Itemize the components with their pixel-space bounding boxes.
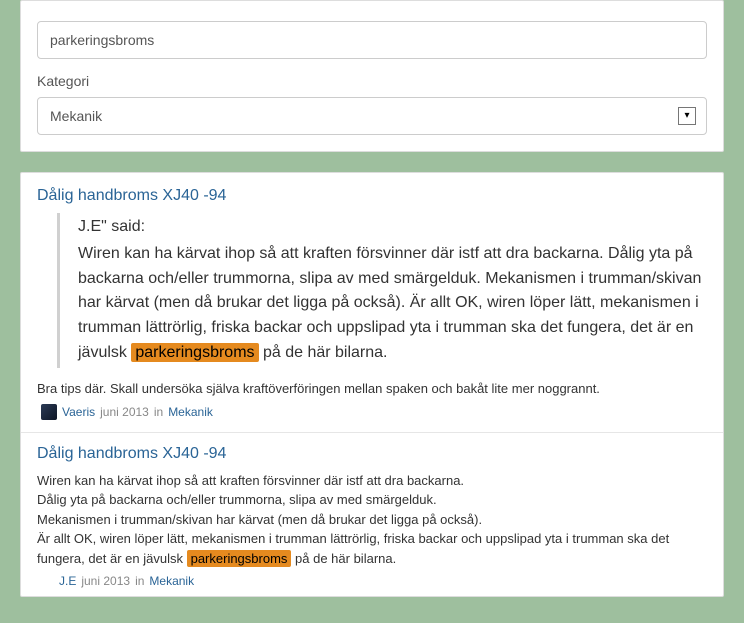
category-selected-value: Mekanik	[50, 108, 102, 124]
quote-author: J.E" said:	[78, 215, 707, 240]
result-title-link[interactable]: Dålig handbroms XJ40 -94	[37, 445, 707, 463]
results-panel: Dålig handbroms XJ40 -94 J.E" said: Wire…	[20, 172, 724, 597]
search-input[interactable]	[37, 21, 707, 59]
author-link[interactable]: J.E	[59, 574, 76, 588]
search-highlight: parkeringsbroms	[187, 550, 292, 567]
result-body: Wiren kan ha kärvat ihop så att kraften …	[37, 471, 707, 569]
category-label: Kategori	[37, 73, 707, 89]
chevron-down-icon: ▾	[678, 107, 696, 125]
search-highlight: parkeringsbroms	[131, 343, 258, 362]
quote-body-post: på de här bilarna.	[259, 344, 388, 361]
category-link[interactable]: Mekanik	[149, 574, 194, 588]
result-date: juni 2013	[100, 405, 149, 419]
search-result: Dålig handbroms XJ40 -94 Wiren kan ha kä…	[37, 445, 707, 589]
meta-in: in	[154, 405, 163, 419]
meta-in: in	[135, 574, 144, 588]
result-date: juni 2013	[81, 574, 130, 588]
result-title-link[interactable]: Dålig handbroms XJ40 -94	[37, 187, 707, 205]
author-link[interactable]: Vaeris	[62, 405, 95, 419]
search-result: Dålig handbroms XJ40 -94 J.E" said: Wire…	[37, 187, 707, 420]
body-post: på de här bilarna.	[291, 551, 396, 566]
result-snippet: Bra tips där. Skall undersöka själva kra…	[37, 380, 707, 398]
category-select[interactable]: Mekanik ▾	[37, 97, 707, 135]
quote-block: J.E" said: Wiren kan ha kärvat ihop så a…	[57, 213, 707, 368]
search-panel: Kategori Mekanik ▾	[20, 0, 724, 152]
result-divider	[21, 432, 723, 433]
avatar	[41, 404, 57, 420]
result-meta: J.E juni 2013 in Mekanik	[59, 574, 707, 588]
result-meta: Vaeris juni 2013 in Mekanik	[41, 404, 707, 420]
category-link[interactable]: Mekanik	[168, 405, 213, 419]
